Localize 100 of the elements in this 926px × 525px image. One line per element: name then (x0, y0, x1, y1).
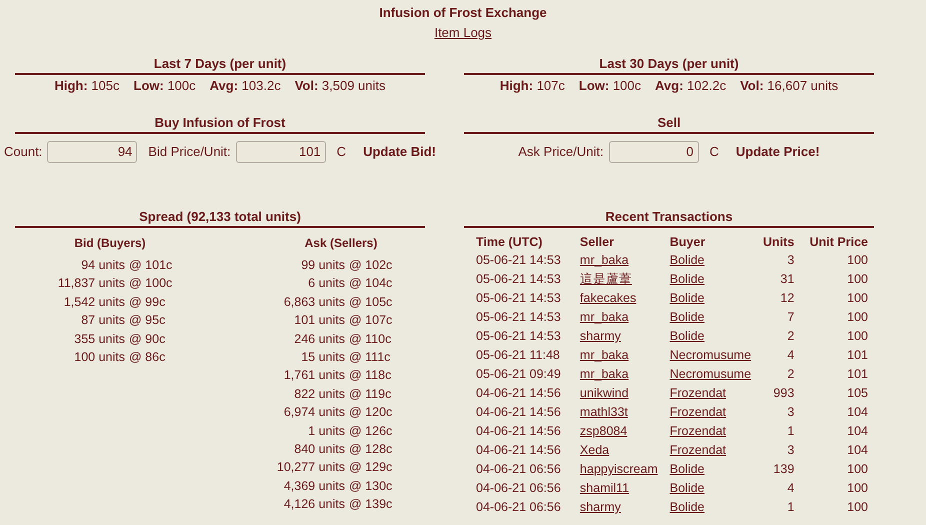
table-cell-text: 139 (772, 461, 796, 478)
column-header: Buyer (668, 234, 706, 251)
table-cell-text: 100 (846, 480, 869, 497)
column-header: Time (UTC) (475, 234, 544, 251)
table-cell-text: 100 (846, 499, 869, 516)
order-quantity: 10,277 units (276, 459, 345, 476)
seller-link[interactable]: fakecakes (580, 291, 636, 305)
seller-link[interactable]: shamil11 (580, 481, 630, 495)
column-heading: Bid (Buyers) (73, 235, 147, 252)
seller-link[interactable]: mr_baka (580, 348, 629, 362)
stat-text: Low: 100c (578, 77, 642, 95)
order-price: @ 107c (348, 312, 392, 330)
seller-link[interactable]: 這是蘆葦 (580, 272, 632, 286)
order-quantity: 15 units (300, 349, 345, 366)
buyer-link[interactable]: Frozendat (670, 443, 726, 457)
seller-link[interactable]: mr_baka (580, 310, 629, 324)
order-price: @ 101c (128, 257, 172, 274)
seller-link[interactable]: happyiscream (580, 462, 658, 476)
buyer-link[interactable]: Necromusume (670, 367, 752, 381)
order-quantity: 1,761 units (282, 367, 345, 384)
order-quantity: 99 units (300, 257, 345, 274)
section-heading: Sell (464, 114, 874, 134)
table-cell-text: 100 (846, 252, 869, 269)
order-price: @ 110c (348, 330, 392, 348)
table-cell-text: 104 (846, 404, 869, 421)
buyer-link[interactable]: Frozendat (670, 386, 726, 400)
item-logs-link[interactable]: Item Logs (434, 23, 492, 43)
buyer-link[interactable]: Necromusume (670, 348, 752, 362)
table-cell-text: 104 (846, 423, 869, 440)
column-header: Units (762, 234, 796, 251)
seller-link[interactable]: zsp8084 (580, 424, 628, 438)
buyer-link[interactable]: Bolide (670, 253, 704, 267)
update-button[interactable]: Update Bid! (363, 144, 436, 159)
order-price: @ 126c (348, 422, 392, 440)
seller-link[interactable]: mr_baka (580, 253, 629, 267)
order-quantity: 1,542 units (62, 294, 125, 311)
table-cell-text: 4 (786, 347, 796, 364)
buyer-link[interactable]: Bolide (670, 481, 704, 495)
table-cell-text: 04-06-21 14:56 (475, 404, 562, 421)
buyer-link[interactable]: Bolide (670, 462, 704, 476)
table-cell-text: 3 (786, 252, 796, 269)
buyer-link[interactable]: Bolide (670, 500, 704, 514)
stat-text: High: 105c (54, 77, 120, 95)
order-quantity: 101 units (293, 312, 345, 330)
table-cell-text: 105 (846, 385, 869, 402)
order-price: @ 118c (348, 367, 392, 384)
buyer-link[interactable]: Frozendat (670, 424, 726, 438)
stat-text: High: 107c (500, 77, 565, 95)
order-quantity: 4,369 units (282, 478, 345, 495)
section-heading: Last 30 Days (per unit) (464, 55, 874, 75)
order-quantity: 822 units (293, 386, 345, 403)
currency-label: C (710, 144, 719, 159)
table-cell-text: 04-06-21 06:56 (475, 499, 562, 516)
table-cell-text: 04-06-21 06:56 (475, 480, 562, 497)
buyer-link[interactable]: Bolide (670, 291, 704, 305)
order-price: @ 90c (128, 330, 166, 348)
section-heading: Spread (92,133 total units) (15, 208, 425, 228)
page-title: Infusion of Frost Exchange (379, 5, 547, 21)
table-cell-text: 101 (846, 347, 869, 364)
table-cell-text: 4 (786, 480, 796, 497)
order-price: @ 100c (128, 275, 172, 292)
order-price: @ 102c (348, 257, 392, 274)
table-cell-text: 05-06-21 14:53 (475, 328, 562, 345)
column-heading: Ask (Sellers) (304, 235, 378, 252)
order-price: @ 95c (128, 312, 166, 330)
table-cell-text: 12 (779, 290, 796, 307)
stat-text: Vol: 16,607 units (740, 77, 838, 95)
number-input[interactable]: 101 (236, 140, 326, 162)
table-cell-text: 05-06-21 14:53 (475, 271, 562, 288)
table-cell-text: 04-06-21 14:56 (475, 423, 562, 440)
order-price: @ 105c (348, 294, 392, 311)
table-cell-text: 100 (846, 461, 869, 478)
order-quantity: 6,863 units (282, 294, 345, 311)
number-input[interactable]: 0 (608, 140, 699, 162)
seller-link[interactable]: mathl33t (580, 405, 628, 419)
buyer-link[interactable]: Bolide (670, 272, 704, 286)
order-quantity: 100 units (73, 349, 125, 366)
seller-link[interactable]: sharmy (580, 329, 621, 343)
column-header: Unit Price (808, 234, 869, 251)
table-cell-text: 104 (846, 442, 869, 459)
order-price: @ 120c (348, 404, 392, 422)
order-quantity: 94 units (80, 257, 125, 274)
section-heading: Recent Transactions (464, 208, 874, 228)
buyer-link[interactable]: Frozendat (670, 405, 726, 419)
section-heading: Last 7 Days (per unit) (15, 55, 425, 75)
seller-link[interactable]: mr_baka (580, 367, 629, 381)
buyer-link[interactable]: Bolide (670, 329, 704, 343)
buyer-link[interactable]: Bolide (670, 310, 704, 324)
section-heading: Buy Infusion of Frost (15, 114, 425, 134)
order-quantity: 11,837 units (56, 275, 125, 292)
number-input[interactable]: 94 (47, 140, 138, 162)
seller-link[interactable]: unikwind (580, 386, 629, 400)
order-price: @ 128c (348, 441, 392, 458)
order-quantity: 4,126 units (282, 496, 345, 514)
update-button[interactable]: Update Price! (736, 144, 820, 159)
seller-link[interactable]: sharmy (580, 500, 621, 514)
order-price: @ 86c (128, 349, 166, 366)
currency-label: C (336, 144, 346, 159)
seller-link[interactable]: Xeda (580, 443, 610, 457)
order-price: @ 119c (348, 386, 392, 403)
